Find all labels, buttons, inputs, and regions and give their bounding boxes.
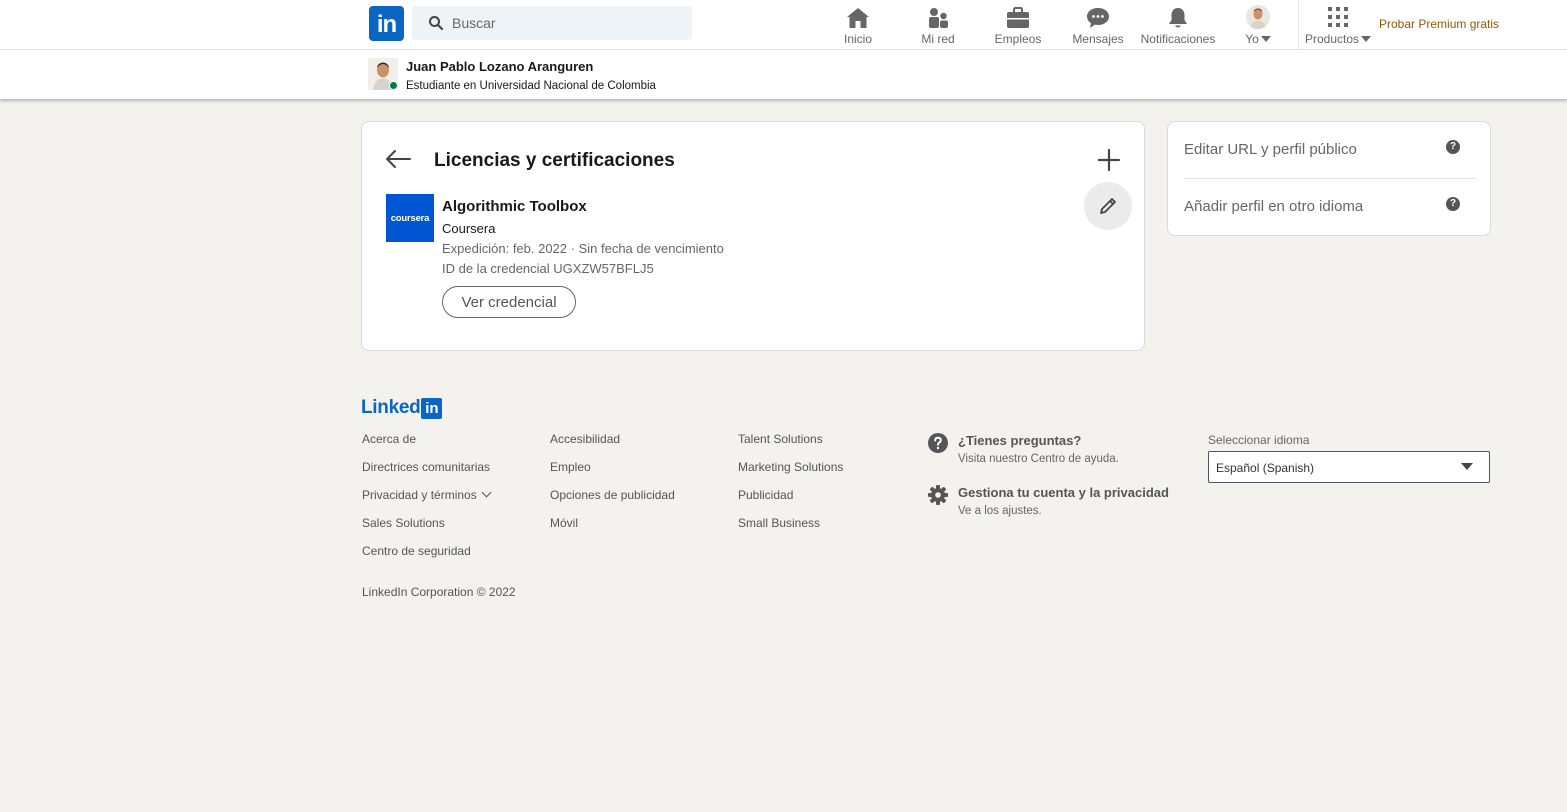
certification-name: Algorithmic Toolbox — [442, 198, 587, 215]
footer-link-privacy[interactable]: Privacidad y términos — [362, 487, 492, 516]
logo-box: in — [421, 397, 443, 419]
question-circle-icon — [928, 433, 948, 453]
account-subtitle: Ve a los ajustes. — [958, 505, 1042, 517]
profile-header-strip: Juan Pablo Lozano Aranguren Estudiante e… — [0, 50, 1567, 99]
nav-divider — [1298, 0, 1299, 50]
language-select[interactable]: Español (Spanish) — [1208, 451, 1490, 483]
footer-link[interactable]: Directrices comunitarias — [362, 460, 490, 488]
add-icon[interactable] — [1095, 146, 1123, 174]
help-title[interactable]: ¿Tienes preguntas? — [958, 433, 1081, 448]
footer-linkedin-logo[interactable]: Linked in — [361, 397, 443, 419]
nav-item-label: Notificaciones — [1140, 32, 1216, 46]
search-bar[interactable] — [412, 6, 692, 40]
pencil-icon — [1100, 198, 1116, 214]
nav-item-products[interactable]: Productos — [1304, 3, 1372, 47]
nav-item-messaging[interactable]: Mensajes — [1071, 3, 1125, 47]
view-credential-button[interactable]: Ver credencial — [442, 286, 576, 318]
add-profile-language-link[interactable]: Añadir perfil en otro idioma ? — [1184, 179, 1476, 235]
back-arrow-icon[interactable] — [384, 146, 414, 172]
home-icon — [847, 8, 869, 28]
footer-column-1: Acerca de Directrices comunitarias Priva… — [362, 432, 492, 572]
linkedin-logo[interactable]: in — [369, 6, 404, 41]
premium-link[interactable]: Probar Premium gratis — [1379, 17, 1499, 31]
logo-wordmark: Linked — [361, 397, 421, 418]
footer-link[interactable]: Sales Solutions — [362, 516, 490, 544]
footer-link[interactable]: Small Business — [738, 516, 843, 544]
nav-item-label: Empleos — [994, 32, 1042, 46]
bell-icon — [1169, 8, 1187, 28]
caret-down-icon — [1461, 463, 1473, 470]
top-navigation: in Inicio Mi red — [0, 0, 1567, 50]
briefcase-icon — [1007, 7, 1029, 28]
language-select-value: Español (Spanish) — [1216, 461, 1315, 475]
certification-issuer: Coursera — [442, 221, 496, 236]
footer-link[interactable]: Empleo — [550, 460, 675, 488]
messaging-icon — [1087, 8, 1109, 28]
footer-column-3: Talent Solutions Marketing Solutions Pub… — [738, 432, 843, 544]
language-select-label: Seleccionar idioma — [1208, 433, 1310, 447]
footer-column-2: Accesibilidad Empleo Opciones de publici… — [550, 432, 675, 544]
nav-item-label: Inicio — [843, 32, 872, 46]
copyright-text: LinkedIn Corporation © 2022 — [362, 585, 516, 599]
help-icon[interactable]: ? — [1446, 197, 1460, 211]
online-status-indicator — [389, 81, 398, 90]
profile-settings-card: Editar URL y perfil público ? Añadir per… — [1167, 121, 1491, 236]
nav-item-label: Mi red — [921, 32, 955, 46]
avatar — [1246, 5, 1270, 29]
coursera-logo[interactable]: coursera — [386, 194, 434, 242]
footer-link[interactable]: Talent Solutions — [738, 432, 843, 460]
nav-item-notifications[interactable]: Notificaciones — [1140, 3, 1216, 47]
caret-down-icon — [1361, 36, 1372, 42]
help-subtitle: Visita nuestro Centro de ayuda. — [958, 453, 1119, 465]
grid-icon — [1328, 7, 1348, 27]
profile-headline: Estudiante en Universidad Nacional de Co… — [406, 80, 656, 92]
side-item-label: Añadir perfil en otro idioma — [1184, 198, 1364, 215]
my-network-icon — [929, 8, 948, 28]
profile-photo-icon — [1246, 5, 1270, 29]
search-icon — [429, 16, 444, 31]
footer-link[interactable]: Accesibilidad — [550, 432, 675, 460]
account-title[interactable]: Gestiona tu cuenta y la privacidad — [958, 485, 1169, 500]
nav-item-label: Mensajes — [1072, 32, 1124, 46]
chevron-down-icon — [481, 487, 492, 498]
licenses-certifications-card: Licencias y certificaciones coursera Alg… — [361, 121, 1145, 351]
footer-link[interactable]: Acerca de — [362, 432, 490, 460]
edit-public-profile-link[interactable]: Editar URL y perfil público ? — [1184, 122, 1476, 178]
footer-link[interactable]: Opciones de publicidad — [550, 488, 675, 516]
certification-issue-date: Expedición: feb. 2022 · Sin fecha de ven… — [442, 241, 724, 256]
nav-item-label: Productos — [1304, 32, 1372, 46]
section-title: Licencias y certificaciones — [434, 150, 675, 171]
footer-link[interactable]: Centro de seguridad — [362, 544, 490, 572]
nav-item-home[interactable]: Inicio — [838, 3, 878, 47]
search-input[interactable] — [452, 6, 682, 40]
credential-id: ID de la credencial UGXZW57BFLJ5 — [442, 261, 654, 276]
edit-button[interactable] — [1084, 182, 1132, 230]
footer-link[interactable]: Publicidad — [738, 488, 843, 516]
gear-icon — [928, 485, 948, 505]
side-item-label: Editar URL y perfil público — [1184, 141, 1357, 158]
footer-link[interactable]: Móvil — [550, 516, 675, 544]
profile-name: Juan Pablo Lozano Aranguren — [406, 59, 594, 74]
help-icon[interactable]: ? — [1446, 140, 1460, 154]
nav-item-my-network[interactable]: Mi red — [918, 3, 958, 47]
nav-item-label: Yo — [1238, 32, 1278, 46]
nav-item-me[interactable]: Yo — [1238, 3, 1278, 47]
footer-link[interactable]: Marketing Solutions — [738, 460, 843, 488]
caret-down-icon — [1260, 36, 1271, 42]
nav-item-jobs[interactable]: Empleos — [994, 3, 1042, 47]
